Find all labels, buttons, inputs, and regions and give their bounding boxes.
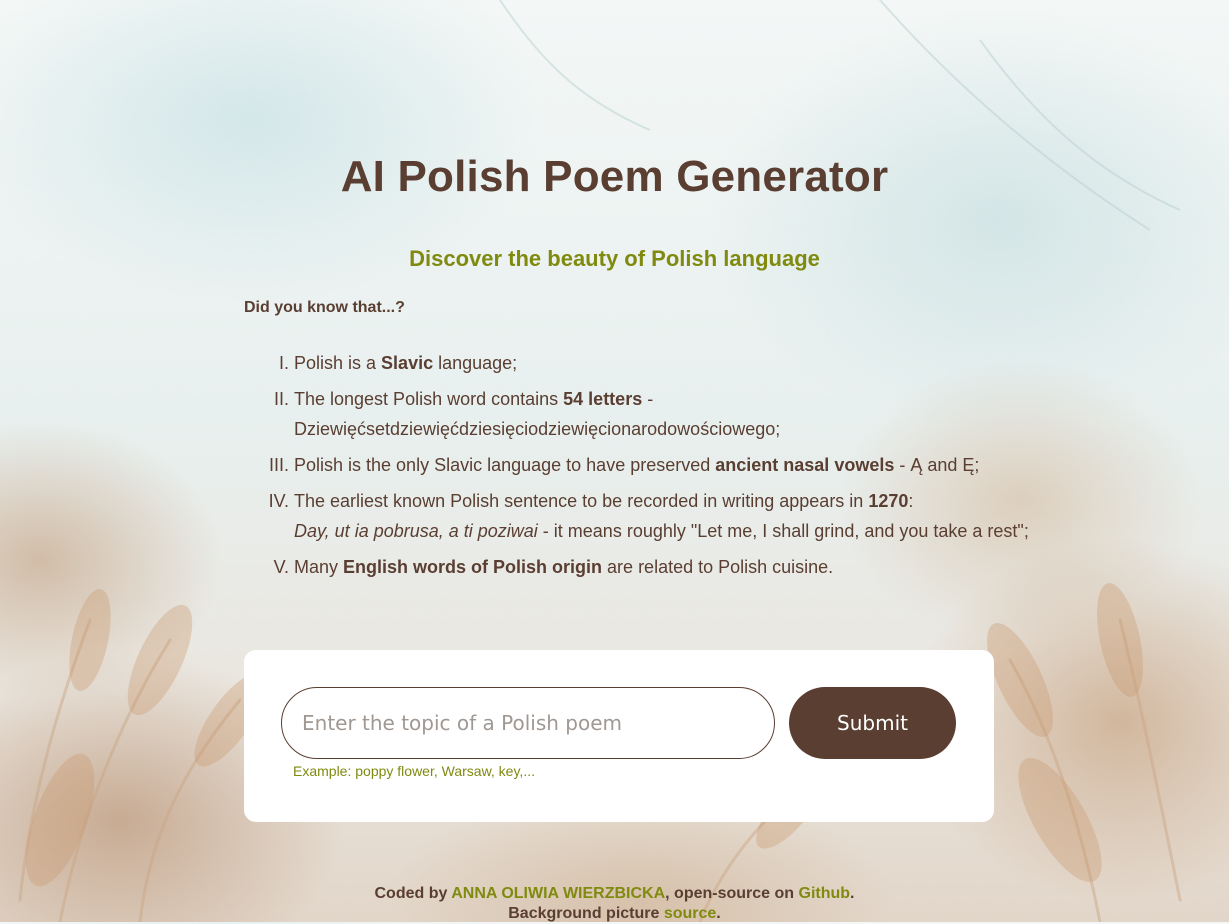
page-subtitle: Discover the beauty of Polish language (409, 246, 820, 271)
fact-item: Many English words of Polish origin are … (294, 552, 1044, 582)
topic-input[interactable] (281, 687, 775, 759)
old-polish-sentence: Day, ut ia pobrusa, a ti poziwai (294, 521, 538, 541)
facts-list: Polish is a Slavic language; The longest… (244, 348, 1044, 588)
page-title: AI Polish Poem Generator (340, 152, 889, 201)
footer-credit-line: Coded by ANNA OLIWIA WIERZBICKA, open-so… (374, 885, 855, 902)
poem-form-card: Submit Example: poppy flower, Warsaw, ke… (244, 650, 994, 822)
footer-background-line: Background picture source. (508, 905, 721, 922)
fact-item: The earliest known Polish sentence to be… (294, 486, 1044, 546)
submit-button[interactable]: Submit (789, 687, 956, 759)
author-link[interactable]: ANNA OLIWIA WIERZBICKA (451, 885, 665, 902)
background-source-link[interactable]: source (664, 905, 716, 922)
fact-item: The longest Polish word contains 54 lett… (294, 384, 1044, 444)
footer: Coded by ANNA OLIWIA WIERZBICKA, open-so… (0, 884, 1229, 924)
fact-item: Polish is the only Slavic language to ha… (294, 450, 1044, 480)
input-hint: Example: poppy flower, Warsaw, key,... (293, 763, 535, 779)
github-link[interactable]: Github (799, 885, 851, 902)
facts-intro: Did you know that...? (244, 299, 405, 316)
fact-item: Polish is a Slavic language; (294, 348, 1044, 378)
